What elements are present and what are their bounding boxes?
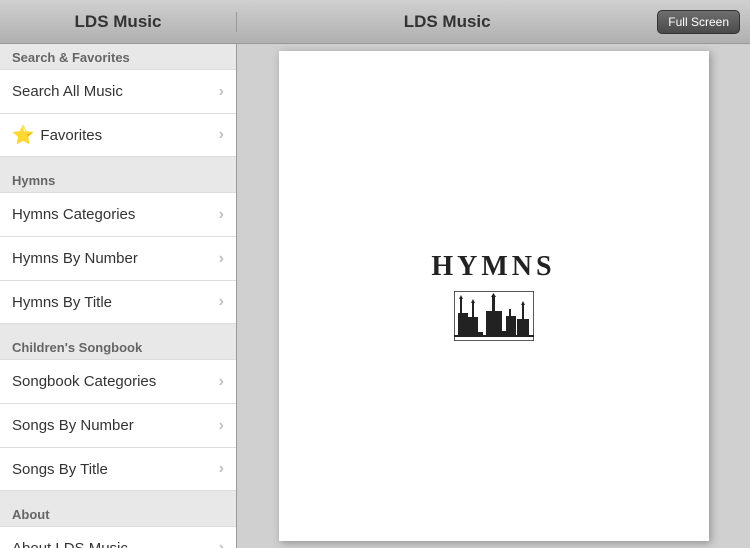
hymns-image xyxy=(454,291,534,341)
chevron-right-icon: › xyxy=(219,417,224,435)
sidebar: Search & Favorites Search All Music › ⭐ … xyxy=(0,44,237,548)
sidebar-item-label: Songbook Categories xyxy=(12,373,219,390)
section-header-about: About xyxy=(0,501,236,526)
page-display: HYMNS xyxy=(279,51,709,541)
sidebar-item-search-all-music[interactable]: Search All Music › xyxy=(0,69,236,113)
chevron-right-icon: › xyxy=(219,373,224,391)
hymns-title: HYMNS xyxy=(431,251,555,283)
about-group: About LDS Music › xyxy=(0,526,236,548)
sidebar-item-label: Songs By Number xyxy=(12,417,219,434)
sidebar-item-songs-by-number[interactable]: Songs By Number › xyxy=(0,403,236,447)
content-area: HYMNS xyxy=(237,44,750,548)
chevron-right-icon: › xyxy=(219,83,224,101)
main-title: LDS Music xyxy=(237,12,657,32)
chevron-right-icon: › xyxy=(219,126,224,144)
search-favorites-group: Search All Music › ⭐ Favorites › xyxy=(0,69,236,157)
section-header-search-favorites: Search & Favorites xyxy=(0,44,236,69)
chevron-right-icon: › xyxy=(219,539,224,548)
chevron-right-icon: › xyxy=(219,206,224,224)
sidebar-item-label: Hymns By Title xyxy=(12,294,219,311)
chevron-right-icon: › xyxy=(219,460,224,478)
songbook-group: Songbook Categories › Songs By Number › … xyxy=(0,359,236,491)
sidebar-item-songbook-categories[interactable]: Songbook Categories › xyxy=(0,359,236,403)
top-bar-actions: Full Screen xyxy=(657,10,750,34)
section-header-hymns: Hymns xyxy=(0,167,236,192)
sidebar-item-hymns-by-title[interactable]: Hymns By Title › xyxy=(0,280,236,324)
section-header-childrens-songbook: Children's Songbook xyxy=(0,334,236,359)
sidebar-item-hymns-by-number[interactable]: Hymns By Number › xyxy=(0,236,236,280)
hymns-group: Hymns Categories › Hymns By Number › Hym… xyxy=(0,192,236,324)
sidebar-item-hymns-categories[interactable]: Hymns Categories › xyxy=(0,192,236,236)
star-icon: ⭐ xyxy=(12,125,34,146)
sidebar-item-about-lds-music[interactable]: About LDS Music › xyxy=(0,526,236,548)
section-gap xyxy=(0,326,236,334)
full-screen-button[interactable]: Full Screen xyxy=(657,10,740,34)
main-area: Search & Favorites Search All Music › ⭐ … xyxy=(0,44,750,548)
sidebar-item-label: Hymns Categories xyxy=(12,206,219,223)
sidebar-item-favorites[interactable]: ⭐ Favorites › xyxy=(0,113,236,157)
sidebar-item-label: About LDS Music xyxy=(12,540,219,548)
sidebar-item-songs-by-title[interactable]: Songs By Title › xyxy=(0,447,236,491)
sidebar-item-label: Songs By Title xyxy=(12,461,219,478)
section-gap xyxy=(0,159,236,167)
chevron-right-icon: › xyxy=(219,293,224,311)
top-bar: LDS Music LDS Music Full Screen xyxy=(0,0,750,44)
sidebar-item-label: Favorites xyxy=(40,127,218,144)
sidebar-title: LDS Music xyxy=(0,12,237,32)
hymns-skyline-svg xyxy=(454,291,534,341)
sidebar-item-label: Search All Music xyxy=(12,83,219,100)
section-gap xyxy=(0,493,236,501)
sidebar-item-label: Hymns By Number xyxy=(12,250,219,267)
chevron-right-icon: › xyxy=(219,250,224,268)
